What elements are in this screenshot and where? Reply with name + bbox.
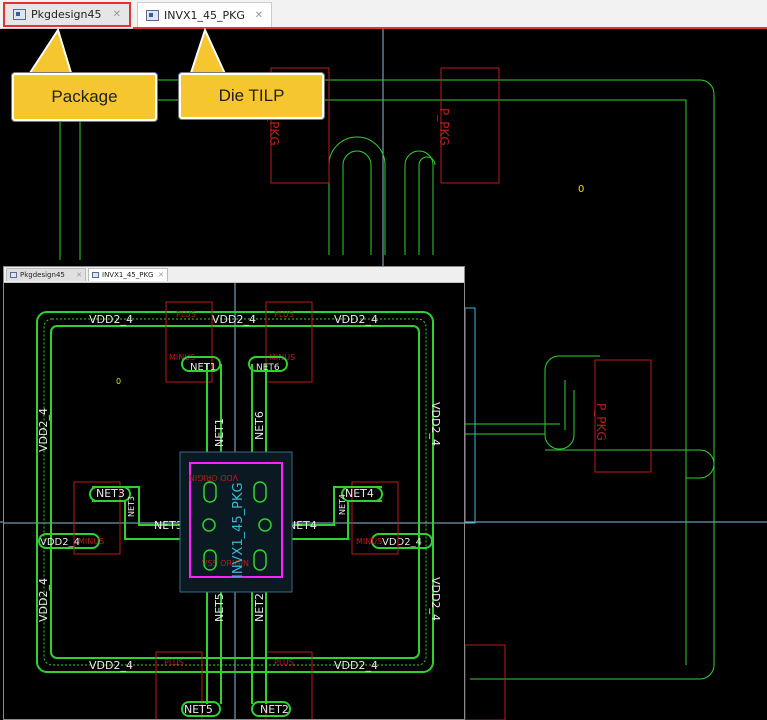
pin-label-plus: PLUS xyxy=(164,658,184,667)
net2-trace-label: NET2 xyxy=(253,593,266,622)
inset-origin-marker: 0 xyxy=(116,377,121,386)
net2-pad-label: NET2 xyxy=(260,703,289,716)
pin-label-plus: PLUS xyxy=(274,658,294,667)
ring-label-left-lower: VDD2_4 xyxy=(37,578,50,622)
ring-label-bottom-right: VDD2_4 xyxy=(334,659,378,672)
callout-text: Die TILP xyxy=(218,86,285,105)
net1-trace-label: NET1 xyxy=(213,418,226,447)
ring-label-top-left: VDD2_4 xyxy=(89,313,133,326)
inset-tab-bar: Pkgdesign45 ✕ INVX1_45_PKG ✕ xyxy=(4,267,464,283)
tab-label: INVX1_45_PKG xyxy=(102,271,154,279)
right-pin-label: P_PKG xyxy=(594,403,608,441)
ring-label-left-upper: VDD2_4 xyxy=(37,408,50,452)
callout-text: Package xyxy=(51,87,118,106)
net3-trace-label: NET3 xyxy=(154,519,183,532)
net6-trace-label: NET6 xyxy=(253,411,266,440)
net5-pad-label: NET5 xyxy=(184,703,213,716)
pin-label-plus: PLUS xyxy=(274,310,294,319)
net3-pad-label: NET3 xyxy=(96,487,125,500)
origin-marker: 0 xyxy=(578,184,584,195)
inset-layout-view[interactable]: Pkgdesign45 ✕ INVX1_45_PKG ✕ VDD2_4 VDD2… xyxy=(3,266,465,720)
package-callout: Package xyxy=(12,73,157,121)
ring-label-right-lower: VDD2_4 xyxy=(429,577,442,621)
pin-label-minus: MINUS xyxy=(78,537,104,546)
ring-label-top-right: VDD2_4 xyxy=(334,313,378,326)
pin-label-minus: MINUS xyxy=(356,537,382,546)
pin-label-plus: PLUS xyxy=(176,310,196,319)
net1-pad-label: NET1 xyxy=(190,362,216,373)
die-tilp-callout: Die TILP xyxy=(179,73,324,119)
design-icon xyxy=(92,272,99,278)
ring-label-right-stub: VDD2_4 xyxy=(382,537,422,548)
die-edge-outline xyxy=(464,307,476,524)
bottom-pin-pad[interactable] xyxy=(464,644,506,720)
ring-label-right-upper: VDD2_4 xyxy=(429,402,442,446)
close-icon[interactable]: ✕ xyxy=(76,271,82,279)
close-icon[interactable]: ✕ xyxy=(158,271,164,279)
die-text-top: VDD ORIGIN xyxy=(189,473,238,482)
ring-label-top-center: VDD2_4 xyxy=(212,313,256,326)
net6-pad-label: NET6 xyxy=(256,363,280,373)
tab-label: Pkgdesign45 xyxy=(20,271,65,279)
design-icon xyxy=(10,272,17,278)
inset-tab-pkgdesign45[interactable]: Pkgdesign45 ✕ xyxy=(6,268,86,281)
net4-pad-label: NET4 xyxy=(345,487,374,500)
die-name-label: INVX1_45_PKG xyxy=(231,482,246,578)
net5-trace-label: NET5 xyxy=(213,593,226,622)
net3-stub-label: NET3 xyxy=(127,496,136,517)
ring-label-bottom-left: VDD2_4 xyxy=(89,659,133,672)
net4-stub-label: NET4 xyxy=(338,494,347,515)
right-pin-pad[interactable]: P_PKG xyxy=(594,359,652,473)
inset-tab-invx1-45-pkg[interactable]: INVX1_45_PKG ✕ xyxy=(88,268,168,281)
inset-canvas[interactable]: VDD2_4 VDD2_4 VDD2_4 VDD2_4 VDD2_4 VDD2_… xyxy=(4,282,464,720)
